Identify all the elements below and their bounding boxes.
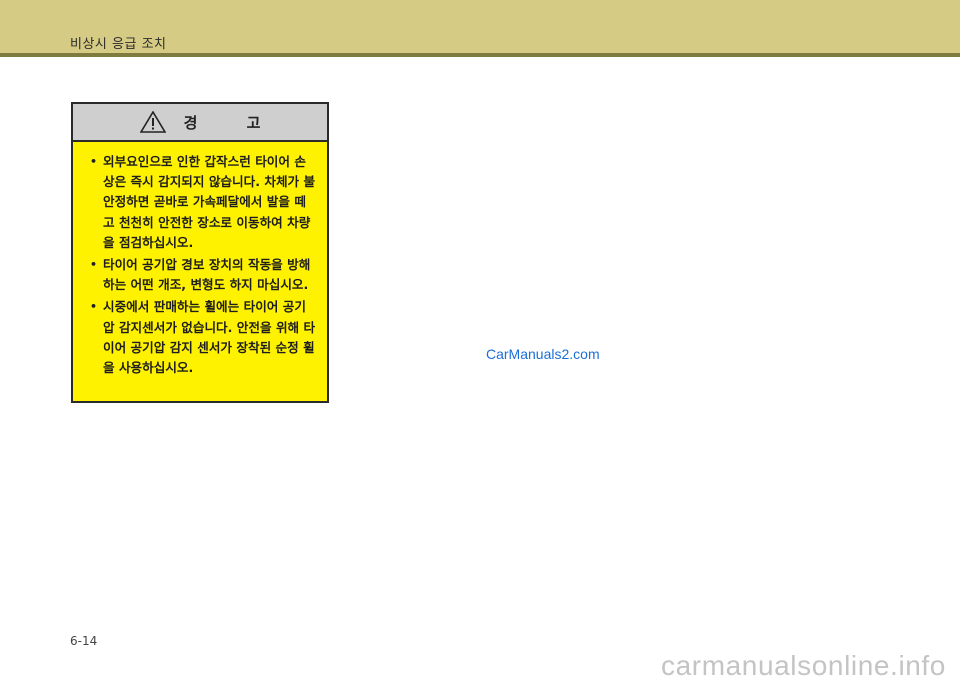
page-number: 6-14 <box>70 634 98 648</box>
warning-item-text: 시중에서 판매하는 휠에는 타이어 공기압 감지센서가 없습니다. 안전을 위해… <box>103 299 316 376</box>
warning-item-text: 타이어 공기압 경보 장치의 작동을 방해하는 어떤 개조, 변형도 하지 마십… <box>103 257 311 293</box>
bullet-icon: • <box>90 300 98 314</box>
warning-title: 경 고 <box>183 113 283 132</box>
bullet-icon: • <box>90 258 98 272</box>
warning-item: • 시중에서 판매하는 휠에는 타이어 공기압 감지센서가 없습니다. 안전을 … <box>89 297 317 378</box>
warning-item: • 외부요인으로 인한 갑작스런 타이어 손상은 즉시 감지되지 않습니다. 차… <box>89 152 317 253</box>
bullet-icon: • <box>90 155 98 168</box>
warning-list: • 외부요인으로 인한 갑작스런 타이어 손상은 즉시 감지되지 않습니다. 차… <box>73 142 327 378</box>
warning-item-text: 외부요인으로 인한 갑작스런 타이어 손상은 즉시 감지되지 않습니다. 차체가… <box>103 154 316 250</box>
warning-triangle-icon <box>139 111 166 133</box>
warning-box: 경 고 • 외부요인으로 인한 갑작스런 타이어 손상은 즉시 감지되지 않습니… <box>71 102 329 403</box>
warning-item: • 타이어 공기압 경보 장치의 작동을 방해하는 어떤 개조, 변형도 하지 … <box>89 255 317 295</box>
warning-header: 경 고 <box>73 104 327 142</box>
site-watermark: CarManuals2.com <box>486 346 600 362</box>
footer-watermark: carmanualsonline.info <box>661 650 946 681</box>
section-title: 비상시 응급 조치 <box>70 37 167 52</box>
header-rule <box>0 53 960 57</box>
